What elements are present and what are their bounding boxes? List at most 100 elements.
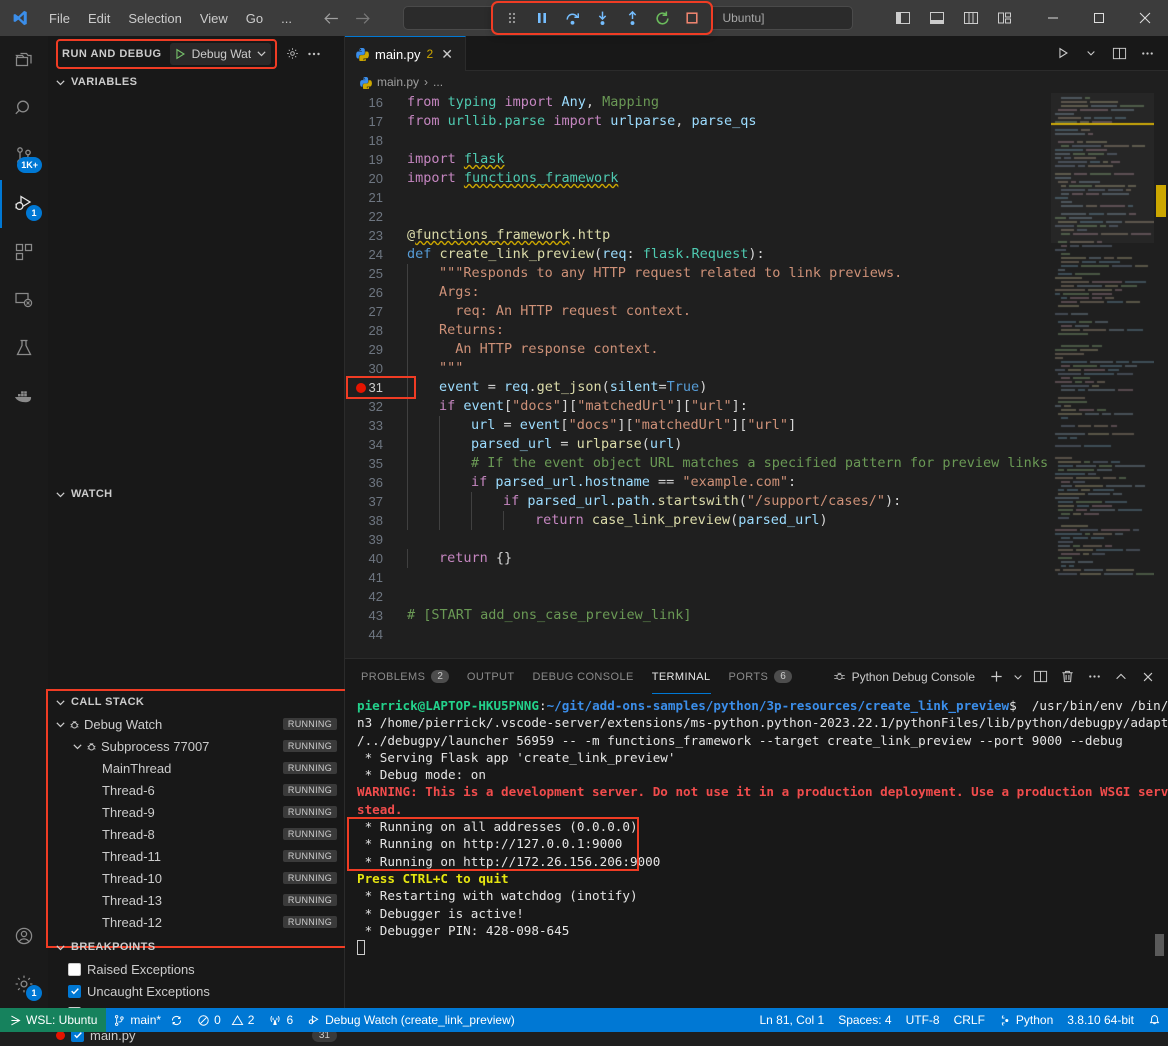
code-line[interactable]: 23@functions_framework.http bbox=[345, 226, 1168, 245]
terminal-selector[interactable]: Python Debug Console bbox=[832, 669, 975, 684]
breakpoint-glyph-marker[interactable] bbox=[348, 378, 414, 397]
call-stack-row[interactable]: Debug WatchRUNNING bbox=[48, 713, 345, 735]
breakpoints-section-header[interactable]: BREAKPOINTS bbox=[48, 936, 345, 958]
code-line[interactable]: 17from urllib.parse import urlparse, par… bbox=[345, 112, 1168, 131]
line-number[interactable]: 25 bbox=[345, 264, 403, 283]
panel-tab-problems[interactable]: PROBLEMS2 bbox=[361, 659, 449, 694]
go-forward-icon[interactable] bbox=[354, 10, 371, 27]
step-out-button[interactable] bbox=[617, 4, 647, 32]
call-stack-row[interactable]: Thread-9RUNNING bbox=[48, 801, 345, 823]
code-line[interactable]: 31event = req.get_json(silent=True) bbox=[345, 378, 1168, 397]
toggle-primary-sidebar-icon[interactable] bbox=[886, 3, 920, 33]
call-stack-row[interactable]: Thread-6RUNNING bbox=[48, 779, 345, 801]
start-debug-icon[interactable] bbox=[173, 47, 187, 61]
code-line[interactable]: 43# [START add_ons_case_preview_link] bbox=[345, 606, 1168, 625]
activity-docker[interactable] bbox=[0, 372, 48, 420]
step-into-button[interactable] bbox=[587, 4, 617, 32]
code-line[interactable]: 21 bbox=[345, 188, 1168, 207]
customize-layout-icon[interactable] bbox=[988, 3, 1022, 33]
line-number[interactable]: 17 bbox=[345, 112, 403, 131]
call-stack-row[interactable]: MainThreadRUNNING bbox=[48, 757, 345, 779]
code-line[interactable]: 30""" bbox=[345, 359, 1168, 378]
chevron-down-icon[interactable] bbox=[69, 738, 85, 754]
toggle-secondary-sidebar-icon[interactable] bbox=[954, 3, 988, 33]
call-stack-row[interactable]: Thread-8RUNNING bbox=[48, 823, 345, 845]
step-over-button[interactable] bbox=[557, 4, 587, 32]
line-number[interactable]: 39 bbox=[345, 530, 403, 549]
code-line[interactable]: 35# If the event object URL matches a sp… bbox=[345, 454, 1168, 473]
code-line[interactable]: 18 bbox=[345, 131, 1168, 150]
status-problems[interactable]: 0 2 bbox=[190, 1008, 261, 1032]
code-line[interactable]: 19import flask bbox=[345, 150, 1168, 169]
run-python-file-icon[interactable] bbox=[1050, 40, 1076, 66]
chevron-down-icon[interactable] bbox=[52, 486, 68, 502]
status-ports[interactable]: 6 bbox=[261, 1008, 300, 1032]
debug-settings-gear-icon[interactable] bbox=[281, 43, 303, 65]
maximize-panel-icon[interactable] bbox=[1109, 665, 1133, 689]
status-language-mode[interactable]: Python bbox=[992, 1008, 1060, 1032]
activity-bar[interactable]: 1K+ 1 1 bbox=[0, 36, 48, 1008]
status-encoding[interactable]: UTF-8 bbox=[899, 1008, 947, 1032]
drag-handle-icon[interactable] bbox=[497, 4, 527, 32]
menu-item-selection[interactable]: Selection bbox=[120, 8, 189, 29]
menu-item-file[interactable]: File bbox=[41, 8, 78, 29]
panel-tab-debug-console[interactable]: DEBUG CONSOLE bbox=[533, 659, 634, 694]
split-terminal-icon[interactable] bbox=[1028, 665, 1052, 689]
status-debug-session[interactable]: Debug Watch (create_link_preview) bbox=[300, 1008, 522, 1032]
line-number[interactable]: 37 bbox=[345, 492, 403, 511]
activity-run-and-debug[interactable]: 1 bbox=[0, 180, 48, 228]
activity-explorer[interactable] bbox=[0, 36, 48, 84]
code-line[interactable]: 22 bbox=[345, 207, 1168, 226]
breadcrumb-symbol[interactable]: ... bbox=[433, 75, 443, 89]
line-number[interactable]: 40 bbox=[345, 549, 403, 568]
code-line[interactable]: 28Returns: bbox=[345, 321, 1168, 340]
line-number[interactable]: 44 bbox=[345, 625, 403, 644]
editor-actions[interactable] bbox=[1050, 36, 1168, 71]
line-number[interactable]: 35 bbox=[345, 454, 403, 473]
line-number[interactable]: 24 bbox=[345, 245, 403, 264]
variables-section-header[interactable]: VARIABLES bbox=[48, 71, 345, 93]
chevron-down-icon[interactable] bbox=[52, 74, 68, 90]
menu-item-view[interactable]: View bbox=[192, 8, 236, 29]
close-panel-icon[interactable] bbox=[1136, 665, 1160, 689]
panel-more-actions-icon[interactable] bbox=[1082, 665, 1106, 689]
panel-actions[interactable]: Python Debug Console bbox=[832, 665, 1168, 689]
status-remote-indicator[interactable]: WSL: Ubuntu bbox=[0, 1008, 106, 1032]
code-line[interactable]: 26Args: bbox=[345, 283, 1168, 302]
menu-item-go[interactable]: Go bbox=[238, 8, 271, 29]
line-number[interactable]: 19 bbox=[345, 150, 403, 169]
breakpoint-checkbox[interactable] bbox=[68, 985, 81, 998]
code-line[interactable]: 37if parsed_url.path.startswith("/suppor… bbox=[345, 492, 1168, 511]
editor-scrollbar[interactable] bbox=[1154, 93, 1168, 658]
maximize-button[interactable] bbox=[1076, 0, 1122, 36]
code-lines[interactable]: 16from typing import Any, Mapping17from … bbox=[345, 93, 1168, 644]
line-number[interactable]: 26 bbox=[345, 283, 403, 302]
code-line[interactable]: 25"""Responds to any HTTP request relate… bbox=[345, 264, 1168, 283]
chevron-down-icon[interactable] bbox=[52, 716, 68, 732]
activity-remote-explorer[interactable] bbox=[0, 276, 48, 324]
navigation-arrows[interactable] bbox=[323, 10, 371, 27]
code-editor[interactable]: 16from typing import Any, Mapping17from … bbox=[345, 93, 1168, 658]
code-line[interactable]: 27 req: An HTTP request context. bbox=[345, 302, 1168, 321]
minimap-slider[interactable] bbox=[1051, 93, 1154, 243]
activity-accounts[interactable] bbox=[0, 912, 48, 960]
menu-item-edit[interactable]: Edit bbox=[80, 8, 118, 29]
activity-extensions[interactable] bbox=[0, 228, 48, 276]
minimize-button[interactable] bbox=[1030, 0, 1076, 36]
line-number[interactable]: 33 bbox=[345, 416, 403, 435]
stop-button[interactable] bbox=[677, 4, 707, 32]
minimap[interactable] bbox=[1051, 93, 1154, 658]
code-line[interactable]: 40return {} bbox=[345, 549, 1168, 568]
panel-tab-terminal[interactable]: TERMINAL bbox=[652, 659, 711, 694]
activity-testing[interactable] bbox=[0, 324, 48, 372]
line-number[interactable]: 34 bbox=[345, 435, 403, 454]
line-number[interactable]: 32 bbox=[345, 397, 403, 416]
line-number[interactable]: 29 bbox=[345, 340, 403, 359]
line-number[interactable]: 23 bbox=[345, 226, 403, 245]
code-line[interactable]: 38return case_link_preview(parsed_url) bbox=[345, 511, 1168, 530]
panel-tabs[interactable]: PROBLEMS2OUTPUTDEBUG CONSOLETERMINALPORT… bbox=[361, 659, 810, 694]
code-line[interactable]: 20import functions_framework bbox=[345, 169, 1168, 188]
status-branch[interactable]: main* bbox=[106, 1008, 168, 1032]
menu-bar[interactable]: File Edit Selection View Go ... bbox=[40, 0, 301, 36]
terminal-scrollbar[interactable] bbox=[1155, 934, 1164, 956]
